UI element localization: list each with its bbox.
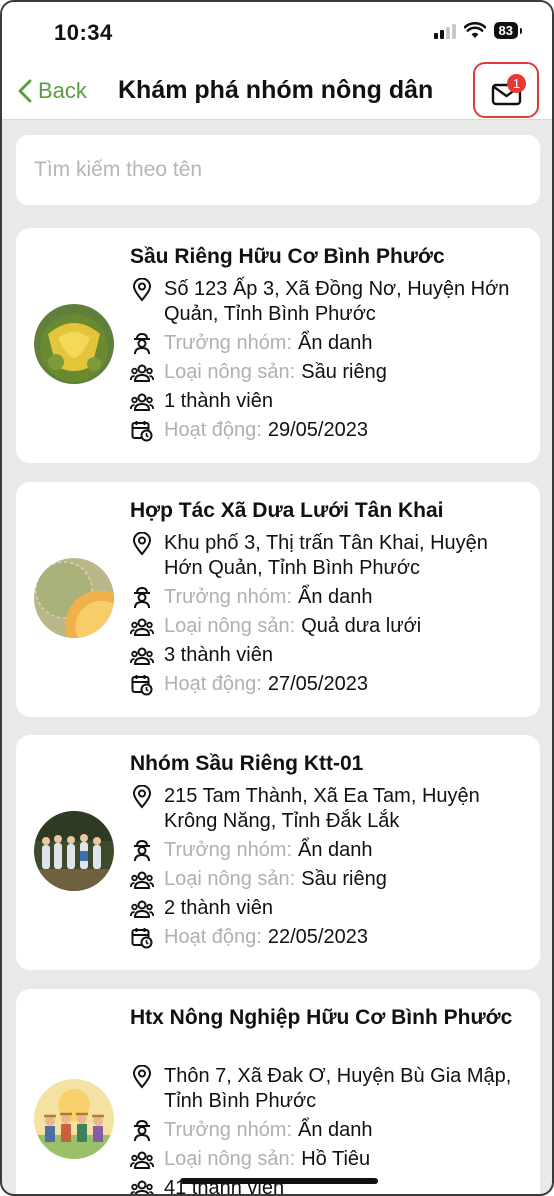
signal-icon: [433, 23, 456, 39]
group-product: Sầu riêng: [301, 868, 387, 890]
leader-row: Trưởng nhóm: Ẩn danh: [130, 1118, 526, 1143]
group-card[interactable]: Sầu Riêng Hữu Cơ Bình Phước Số 123 Ấp 3,…: [16, 228, 540, 463]
product-label: Loại nông sản:: [164, 1148, 296, 1170]
group-activity: 22/05/2023: [267, 926, 368, 948]
group-members: 3 thành viên: [164, 644, 273, 666]
leader-row: Trưởng nhóm: Ẩn danh: [130, 838, 526, 863]
map-pin-icon: [132, 784, 152, 809]
search-box[interactable]: [16, 135, 540, 205]
activity-row: Hoạt động: 22/05/2023: [130, 925, 526, 950]
farmer-icon: [134, 1119, 150, 1141]
product-row: Loại nông sản: Quả dưa lưới: [130, 614, 526, 639]
activity-label: Hoạt động:: [164, 926, 262, 948]
farmers-illustration: [34, 1079, 114, 1159]
map-pin-icon: [132, 531, 152, 556]
group-name: Sầu Riêng Hữu Cơ Bình Phước: [130, 245, 445, 268]
product-row: Loại nông sản: Sầu riêng: [130, 360, 526, 385]
chevron-left-icon: [18, 79, 32, 103]
durian-photo: [34, 304, 114, 384]
users-icon: [130, 647, 154, 665]
users-icon: [130, 1151, 154, 1169]
group-product: Hồ Tiêu: [301, 1148, 371, 1170]
product-row: Loại nông sản: Hồ Tiêu: [130, 1147, 526, 1172]
address-row: Khu phố 3, Thị trấn Tân Khai, Huyện Hớn …: [130, 531, 526, 581]
melon-photo: [34, 558, 114, 638]
status-time: 10:34: [54, 20, 113, 45]
group-photo: [34, 811, 114, 891]
group-card[interactable]: Hợp Tác Xã Dưa Lưới Tân Khai Khu phố 3, …: [16, 482, 540, 717]
users-icon: [130, 364, 154, 382]
leader-label: Trưởng nhóm:: [164, 1119, 293, 1141]
address-row: Số 123 Ấp 3, Xã Đồng Nơ, Huyện Hớn Quản,…: [130, 277, 526, 327]
group-leader: Ẩn danh: [298, 1119, 373, 1141]
group-card[interactable]: Nhóm Sầu Riêng Ktt-01 215 Tam Thành, Xã …: [16, 735, 540, 970]
group-name: Hợp Tác Xã Dưa Lưới Tân Khai: [130, 499, 444, 522]
users-icon: [130, 1180, 154, 1194]
users-icon: [130, 871, 154, 889]
leader-label: Trưởng nhóm:: [164, 839, 293, 861]
product-label: Loại nông sản:: [164, 361, 296, 383]
group-address: Khu phố 3, Thị trấn Tân Khai, Huyện Hớn …: [164, 532, 488, 579]
group-card[interactable]: Htx Nông Nghiệp Hữu Cơ Bình Phước Thôn 7…: [16, 989, 540, 1194]
battery-icon: 83: [493, 22, 523, 39]
users-icon: [130, 900, 154, 918]
group-leader: Ẩn danh: [298, 586, 373, 608]
members-row: 1 thành viên: [130, 389, 526, 414]
members-row: 2 thành viên: [130, 896, 526, 921]
address-row: 215 Tam Thành, Xã Ea Tam, Huyện Krông Nă…: [130, 784, 526, 834]
product-row: Loại nông sản: Sầu riêng: [130, 867, 526, 892]
product-label: Loại nông sản:: [164, 868, 296, 890]
leader-label: Trưởng nhóm:: [164, 586, 293, 608]
back-label: Back: [38, 78, 87, 103]
wifi-icon: [463, 22, 486, 38]
product-label: Loại nông sản:: [164, 615, 296, 637]
map-pin-icon: [132, 277, 152, 302]
page-title: Khám phá nhóm nông dân: [118, 76, 434, 104]
notification-badge: 1: [507, 74, 526, 93]
group-members: 2 thành viên: [164, 897, 273, 919]
group-activity: 29/05/2023: [267, 419, 368, 441]
group-product: Sầu riêng: [301, 361, 387, 383]
group-product: Quả dưa lưới: [301, 615, 422, 637]
calendar-clock-icon: [131, 674, 153, 695]
group-address: Thôn 7, Xã Đak Ơ, Huyện Bù Gia Mập, Tỉnh…: [164, 1065, 512, 1112]
search-input[interactable]: [16, 135, 540, 205]
group-name: Nhóm Sầu Riêng Ktt-01: [130, 752, 364, 775]
group-address: Số 123 Ấp 3, Xã Đồng Nơ, Huyện Hớn Quản,…: [164, 278, 510, 325]
users-icon: [130, 618, 154, 636]
activity-row: Hoạt động: 29/05/2023: [130, 418, 526, 443]
farmer-icon: [134, 586, 150, 608]
leader-row: Trưởng nhóm: Ẩn danh: [130, 331, 526, 356]
status-icons: 83: [433, 22, 523, 39]
users-icon: [130, 393, 154, 411]
group-leader: Ẩn danh: [298, 332, 373, 354]
calendar-clock-icon: [131, 420, 153, 441]
calendar-clock-icon: [131, 927, 153, 948]
group-activity: 27/05/2023: [267, 673, 368, 695]
farmer-icon: [134, 332, 150, 354]
phone-screen: 10:34 83 Back Khám phá nhóm nông dân 1 T…: [0, 0, 554, 1196]
activity-label: Hoạt động:: [164, 673, 262, 695]
group-members: 1 thành viên: [164, 390, 273, 412]
group-leader: Ẩn danh: [298, 839, 373, 861]
group-address: 215 Tam Thành, Xã Ea Tam, Huyện Krông Nă…: [164, 785, 480, 832]
home-indicator[interactable]: [180, 1178, 378, 1184]
members-row: 3 thành viên: [130, 643, 526, 668]
activity-label: Hoạt động:: [164, 419, 262, 441]
group-name: Htx Nông Nghiệp Hữu Cơ Bình Phước: [130, 1006, 513, 1029]
farmer-icon: [134, 839, 150, 861]
activity-row: Hoạt động: 27/05/2023: [130, 672, 526, 697]
map-pin-icon: [132, 1064, 152, 1089]
address-row: Thôn 7, Xã Đak Ơ, Huyện Bù Gia Mập, Tỉnh…: [130, 1064, 526, 1114]
leader-row: Trưởng nhóm: Ẩn danh: [130, 585, 526, 610]
inbox-button[interactable]: 1: [473, 62, 539, 118]
leader-label: Trưởng nhóm:: [164, 332, 293, 354]
back-button[interactable]: Back: [18, 78, 87, 104]
